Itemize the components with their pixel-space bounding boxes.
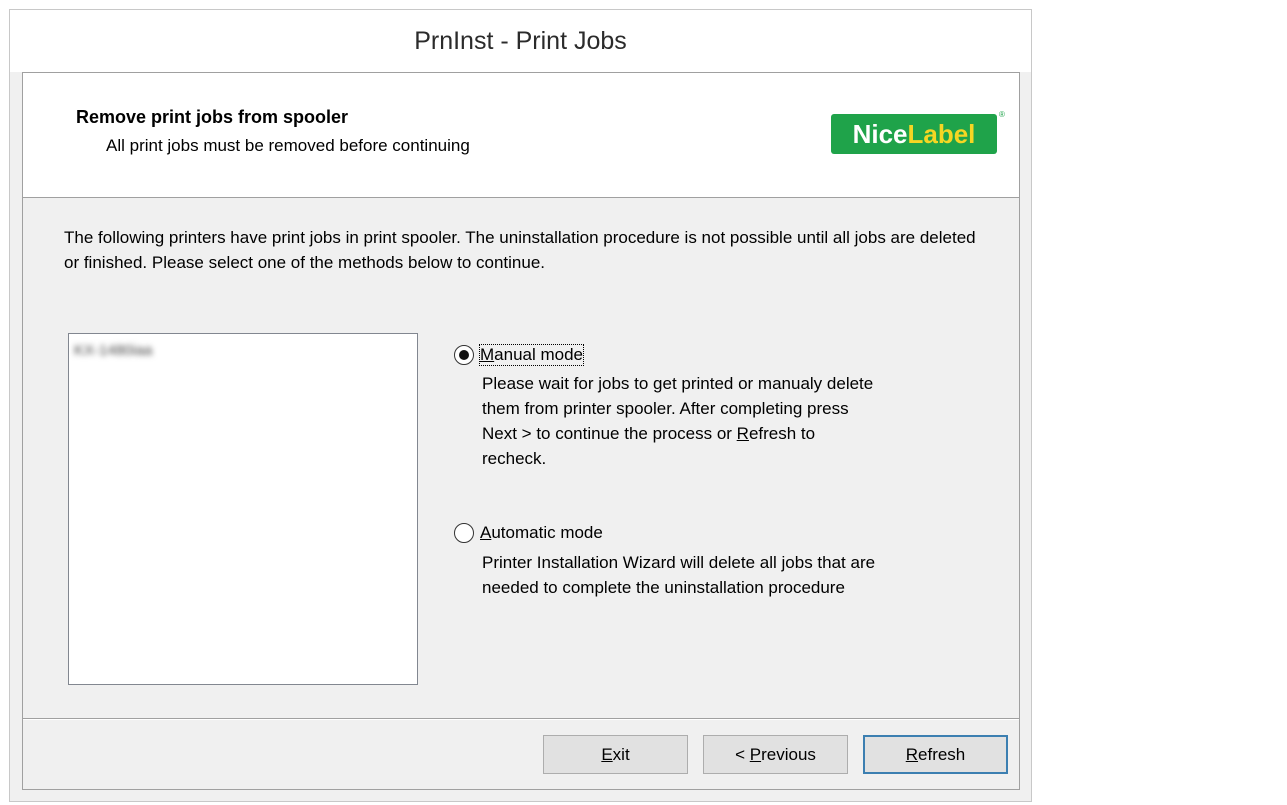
print-jobs-dialog: PrnInst - Print Jobs Remove print jobs f… [9,9,1032,802]
intro-text: The following printers have print jobs i… [64,228,976,272]
header-panel: Remove print jobs from spooler All print… [23,73,1019,198]
header-subtitle: All print jobs must be removed before co… [106,136,470,155]
nicelabel-logo: NiceLabel [831,114,997,154]
automatic-mode-label[interactable]: Automatic mode [480,523,603,543]
dialog-client-area: Remove print jobs from spooler All print… [22,72,1020,790]
printer-list-item[interactable]: KX-1480iaa [74,342,194,362]
manual-mode-label[interactable]: Manual mode [478,344,585,366]
printer-list[interactable]: KX-1480iaa [68,333,418,685]
manual-mode-option[interactable]: Manual mode [454,344,585,366]
automatic-mode-option[interactable]: Automatic mode [454,523,603,543]
header-title: Remove print jobs from spooler [76,107,349,127]
automatic-mode-radio[interactable] [454,523,474,543]
footer-separator [23,718,1019,720]
refresh-button[interactable]: Refresh [863,735,1008,774]
previous-button[interactable]: < Previous [703,735,848,774]
automatic-mode-description: Printer Installation Wizard will delete … [482,553,876,597]
logo-text-nice: Nice [852,119,908,149]
window-title: PrnInst - Print Jobs [10,10,1031,72]
manual-mode-radio[interactable] [454,345,474,365]
logo-registered-mark: ® [999,110,1005,119]
manual-mode-description: Please wait for jobs to get printed or m… [482,374,874,468]
exit-button[interactable]: Exit [543,735,688,774]
logo-text-label: Label [907,119,976,149]
